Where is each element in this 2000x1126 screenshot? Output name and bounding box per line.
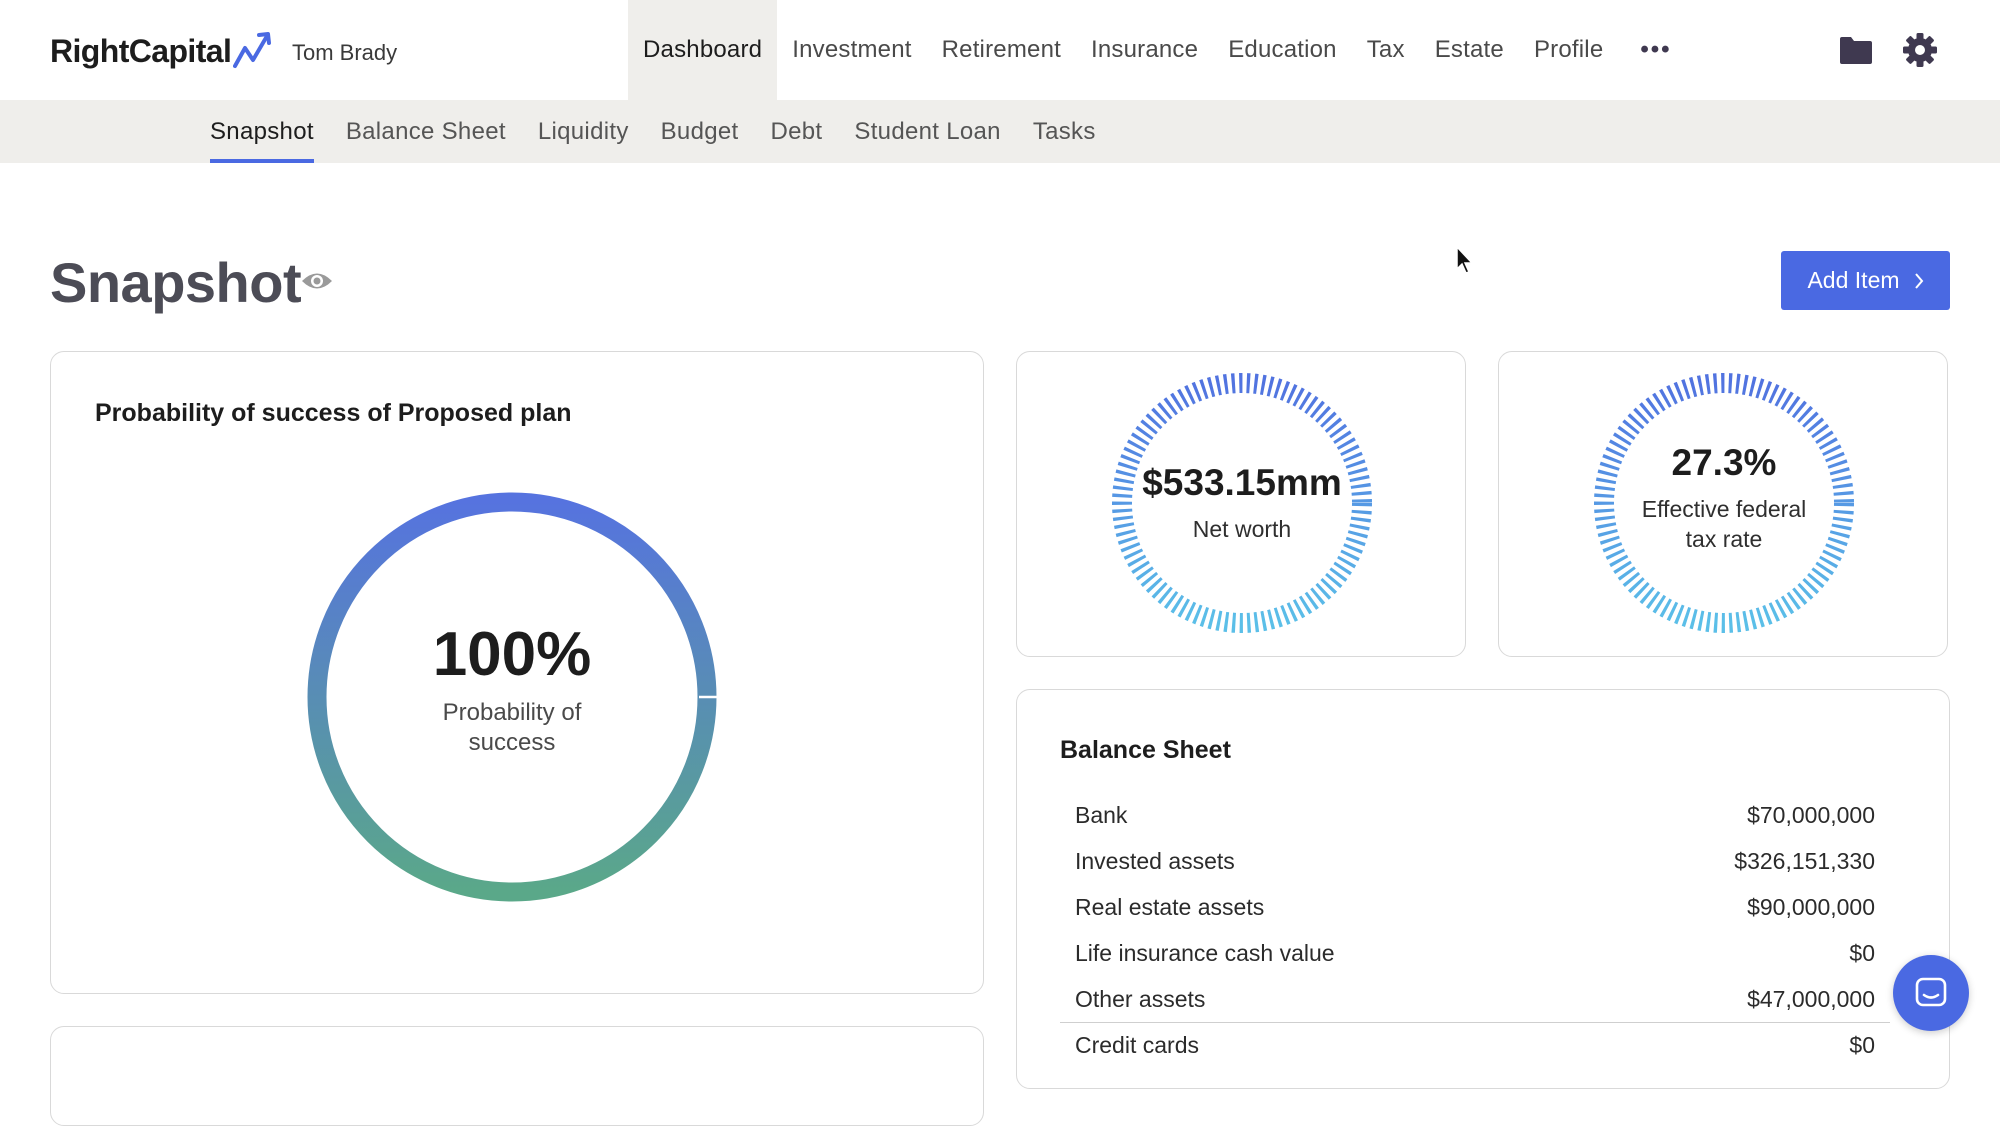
balance-row-real-estate: Real estate assets $90,000,000 — [1060, 884, 1890, 930]
top-navigation-bar: RightCapital Tom Brady Dashboard Investm… — [0, 0, 2000, 100]
chevron-right-icon — [1914, 272, 1923, 289]
row-label: Invested assets — [1075, 847, 1235, 874]
mouse-cursor-icon — [1456, 245, 1474, 274]
add-item-button[interactable]: Add Item — [1781, 251, 1950, 310]
nav-investment[interactable]: Investment — [777, 0, 926, 100]
tax-rate-value: 27.3% — [1671, 442, 1777, 483]
gear-icon[interactable] — [1902, 32, 1938, 68]
rightcapital-logo[interactable]: RightCapital — [50, 30, 275, 70]
probability-card-title: Probability of success of Proposed plan — [95, 399, 572, 427]
effective-tax-rate-card[interactable]: 27.3% Effective federal tax rate — [1498, 351, 1948, 657]
logo-text: RightCapital — [50, 33, 232, 69]
row-label: Life insurance cash value — [1075, 939, 1335, 966]
balance-row-other-assets: Other assets $47,000,000 — [1060, 976, 1890, 1022]
net-worth-value: $533.15mm — [1142, 462, 1342, 503]
tab-debt[interactable]: Debt — [771, 100, 823, 163]
folder-icon[interactable] — [1838, 32, 1874, 68]
page-title: Snapshot — [50, 251, 302, 314]
tab-budget[interactable]: Budget — [661, 100, 739, 163]
row-label: Real estate assets — [1075, 893, 1265, 920]
tax-rate-label: Effective federal tax rate — [1641, 496, 1807, 552]
tab-balance-sheet[interactable]: Balance Sheet — [346, 100, 506, 163]
net-worth-card[interactable]: $533.15mm Net worth — [1016, 351, 1466, 657]
row-value: $70,000,000 — [1747, 801, 1875, 828]
nav-insurance[interactable]: Insurance — [1076, 0, 1213, 100]
main-nav: Dashboard Investment Retirement Insuranc… — [628, 0, 1694, 100]
balance-sheet-title: Balance Sheet — [1060, 736, 1231, 764]
balance-sheet-rows: Bank $70,000,000 Invested assets $326,15… — [1060, 792, 1890, 1068]
row-label: Other assets — [1075, 985, 1206, 1012]
eye-icon[interactable] — [300, 266, 334, 296]
add-item-label: Add Item — [1807, 267, 1900, 293]
tab-student-loan[interactable]: Student Loan — [854, 100, 1000, 163]
balance-row-bank: Bank $70,000,000 — [1060, 792, 1890, 838]
tab-snapshot[interactable]: Snapshot — [210, 100, 314, 163]
row-value: $47,000,000 — [1747, 985, 1875, 1012]
nav-tax[interactable]: Tax — [1352, 0, 1420, 100]
chat-icon[interactable] — [1893, 955, 1969, 1031]
row-label: Bank — [1075, 801, 1128, 828]
row-value: $0 — [1849, 1032, 1875, 1058]
next-card — [50, 1026, 984, 1126]
net-worth-label: Net worth — [1192, 516, 1292, 542]
row-value: $326,151,330 — [1734, 847, 1875, 874]
nav-profile[interactable]: Profile — [1519, 0, 1618, 100]
probability-of-success-card[interactable]: Probability of success of Proposed plan … — [50, 351, 984, 994]
nav-estate[interactable]: Estate — [1420, 0, 1519, 100]
nav-education[interactable]: Education — [1213, 0, 1352, 100]
more-menu-icon[interactable]: ••• — [1618, 0, 1693, 100]
nav-dashboard[interactable]: Dashboard — [628, 0, 778, 100]
balance-row-credit-cards: Credit cards $0 — [1060, 1022, 1890, 1068]
balance-row-life-insurance: Life insurance cash value $0 — [1060, 930, 1890, 976]
sub-nav: Snapshot Balance Sheet Liquidity Budget … — [210, 100, 1128, 163]
sub-navigation-bar: Snapshot Balance Sheet Liquidity Budget … — [0, 100, 2000, 163]
nav-retirement[interactable]: Retirement — [927, 0, 1076, 100]
tax-rate-center: 27.3% Effective federal tax rate — [1593, 372, 1855, 634]
row-value: $0 — [1849, 939, 1875, 966]
probability-label: Probability of success — [442, 698, 582, 756]
row-value: $90,000,000 — [1747, 893, 1875, 920]
probability-center: 100% Probability of success — [307, 492, 717, 902]
client-name[interactable]: Tom Brady — [292, 40, 397, 66]
net-worth-center: $533.15mm Net worth — [1111, 372, 1373, 634]
tab-liquidity[interactable]: Liquidity — [538, 100, 629, 163]
row-label: Credit cards — [1075, 1032, 1199, 1058]
probability-value: 100% — [432, 619, 592, 689]
tab-tasks[interactable]: Tasks — [1033, 100, 1096, 163]
balance-row-invested-assets: Invested assets $326,151,330 — [1060, 838, 1890, 884]
balance-sheet-card[interactable]: Balance Sheet Bank $70,000,000 Invested … — [1016, 689, 1950, 1089]
logo-arrow-icon — [233, 32, 272, 68]
